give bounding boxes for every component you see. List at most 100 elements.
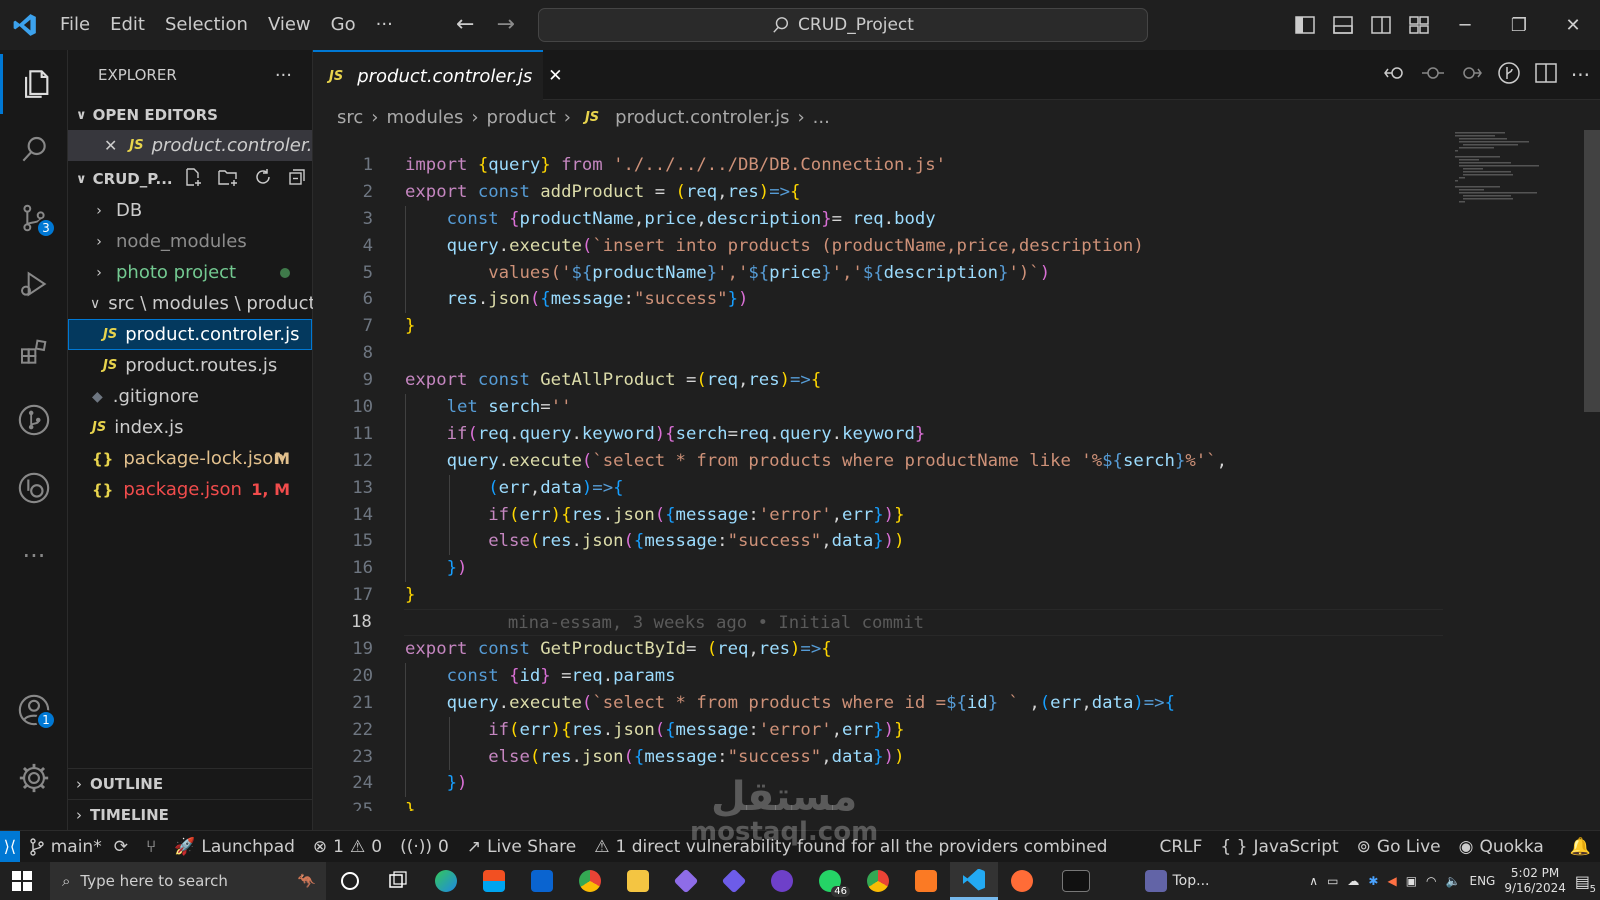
command-center-search[interactable]: CRUD_Project — [538, 8, 1148, 42]
store-icon[interactable] — [470, 862, 518, 900]
toggle-primary-sidebar-icon[interactable] — [1286, 0, 1324, 50]
close-window-button[interactable]: ✕ — [1546, 0, 1600, 50]
tree-file-product-routes[interactable]: JS product.routes.js — [68, 350, 312, 381]
explorer-more-icon[interactable]: ··· — [275, 65, 292, 86]
toggle-secondary-sidebar-icon[interactable] — [1362, 0, 1400, 50]
whatsapp-icon[interactable]: 46 — [806, 862, 854, 900]
minimize-button[interactable]: ─ — [1438, 0, 1492, 50]
go-live-status[interactable]: ⊚ Go Live — [1348, 837, 1450, 857]
vertical-scrollbar[interactable] — [1582, 130, 1600, 830]
close-tab-icon[interactable]: ✕ — [548, 66, 562, 86]
visual-studio-icon[interactable] — [662, 862, 710, 900]
breadcrumb-product[interactable]: product — [487, 107, 556, 128]
open-changes-icon[interactable] — [1383, 63, 1407, 87]
new-file-icon[interactable] — [183, 167, 203, 191]
customize-layout-icon[interactable] — [1400, 0, 1438, 50]
device-icon[interactable]: ▭ — [1327, 874, 1338, 888]
source-control-activity-icon[interactable]: 3 — [0, 188, 68, 248]
back-arrow-icon[interactable]: ← — [456, 12, 474, 37]
xampp-icon[interactable] — [902, 862, 950, 900]
tree-file-package[interactable]: {} package.json 1, M — [68, 474, 312, 505]
forward-arrow-icon[interactable]: → — [496, 12, 514, 37]
more-actions-icon[interactable]: ··· — [1571, 63, 1590, 87]
eol-status[interactable]: CRLF — [1150, 837, 1211, 857]
breadcrumb-symbol[interactable]: ... — [813, 107, 830, 128]
open-editors-header[interactable]: ∨ OPEN EDITORS — [68, 100, 312, 130]
branch-status[interactable]: main* ⟳ — [20, 837, 137, 857]
breadcrumb-file[interactable]: product.controler.js — [615, 107, 789, 128]
manage-gear-icon[interactable] — [0, 748, 68, 808]
tree-file-package-lock[interactable]: {} package-lock.json M — [68, 443, 312, 474]
remote-indicator-icon[interactable]: ⟩⟨ — [0, 830, 20, 863]
git-graph-icon[interactable] — [1497, 61, 1521, 89]
chevron-up-icon[interactable]: ∧ — [1309, 874, 1318, 888]
notifications-bell-icon[interactable]: 🔔 — [1561, 837, 1600, 857]
git-graph-activity-icon[interactable] — [0, 390, 68, 450]
close-icon[interactable]: ✕ — [104, 136, 117, 155]
restore-button[interactable]: ❐ — [1492, 0, 1546, 50]
previous-change-icon[interactable] — [1421, 63, 1445, 87]
github-desktop-icon[interactable] — [758, 862, 806, 900]
battery-icon[interactable]: ▣ — [1406, 874, 1417, 888]
onedrive-icon[interactable]: ☁ — [1347, 874, 1359, 888]
bluetooth-icon[interactable]: ✱ — [1368, 874, 1378, 888]
extensions-activity-icon[interactable] — [0, 322, 68, 382]
vscode-taskbar-icon[interactable] — [950, 862, 998, 900]
notification-center-icon[interactable]: ▤ 5 — [1575, 872, 1596, 895]
accounts-activity-icon[interactable]: 1 — [0, 680, 68, 740]
tree-file-product-controler[interactable]: JS product.controler.js — [68, 319, 312, 350]
language-indicator[interactable]: ENG — [1469, 874, 1495, 888]
task-view-icon[interactable] — [374, 862, 422, 900]
outline-section[interactable]: › OUTLINE — [68, 768, 313, 799]
chrome-icon[interactable] — [566, 862, 614, 900]
explorer-activity-icon[interactable] — [0, 54, 68, 114]
mail-icon[interactable] — [518, 862, 566, 900]
open-editor-item[interactable]: ✕ JS product.controler... — [68, 130, 324, 161]
minimap[interactable] — [1453, 130, 1548, 250]
wifi-icon[interactable]: ◠ — [1426, 874, 1436, 888]
tree-folder-node-modules[interactable]: › node_modules — [68, 226, 312, 257]
tree-folder-src-modules-product[interactable]: ∨ src \ modules \ product — [68, 288, 316, 319]
more-views-icon[interactable]: ··· — [0, 526, 68, 586]
chrome-2-icon[interactable] — [854, 862, 902, 900]
quokka-status[interactable]: ◉ Quokka — [1450, 837, 1553, 857]
menu-go[interactable]: Go — [321, 0, 366, 50]
clock[interactable]: 5:02 PM 9/16/2024 — [1504, 866, 1566, 896]
remote-explorer-activity-icon[interactable] — [0, 458, 68, 518]
git-graph-status[interactable]: ⑂ — [137, 837, 165, 857]
breadcrumb-modules[interactable]: modules — [386, 107, 463, 128]
cortana-icon[interactable] — [326, 862, 374, 900]
sync-icon[interactable]: ⟳ — [114, 837, 128, 857]
run-debug-activity-icon[interactable] — [0, 254, 68, 314]
file-explorer-icon[interactable] — [614, 862, 662, 900]
search-activity-icon[interactable] — [0, 120, 68, 180]
scrollbar-thumb[interactable] — [1584, 130, 1600, 412]
language-status[interactable]: { } JavaScript — [1211, 837, 1347, 857]
menu-more[interactable]: ··· — [366, 0, 403, 50]
menu-selection[interactable]: Selection — [155, 0, 258, 50]
terminal-icon[interactable] — [1046, 862, 1106, 900]
tree-file-gitignore[interactable]: ◆ .gitignore — [68, 381, 312, 412]
new-folder-icon[interactable] — [217, 167, 239, 191]
tree-folder-db[interactable]: › DB — [68, 195, 312, 226]
refresh-icon[interactable] — [253, 167, 273, 191]
next-change-icon[interactable] — [1459, 63, 1483, 87]
postman-icon[interactable] — [998, 862, 1046, 900]
toggle-panel-icon[interactable] — [1324, 0, 1362, 50]
volume-mute-icon[interactable]: ◀ — [1387, 874, 1396, 888]
edge-icon[interactable] — [422, 862, 470, 900]
split-editor-icon[interactable] — [1535, 63, 1557, 87]
collapse-all-icon[interactable] — [287, 167, 307, 191]
menu-edit[interactable]: Edit — [100, 0, 155, 50]
problems-status[interactable]: ⊗ 1 ⚠ 0 — [304, 837, 391, 857]
menu-view[interactable]: View — [258, 0, 321, 50]
speaker-icon[interactable]: 🔈 — [1446, 874, 1461, 888]
live-share-status[interactable]: ↗ Live Share — [458, 837, 585, 857]
tab-product-controler[interactable]: JS product.controler.js ✕ — [313, 50, 563, 100]
project-header[interactable]: ∨ CRUD_P... — [68, 163, 312, 195]
teams-icon[interactable]: Top... — [1132, 862, 1222, 900]
tree-folder-photo-project[interactable]: › photo project — [68, 257, 312, 288]
windows-start-icon[interactable] — [12, 871, 32, 895]
visual-studio-2-icon[interactable] — [710, 862, 758, 900]
tree-file-index[interactable]: JS index.js — [68, 412, 312, 443]
